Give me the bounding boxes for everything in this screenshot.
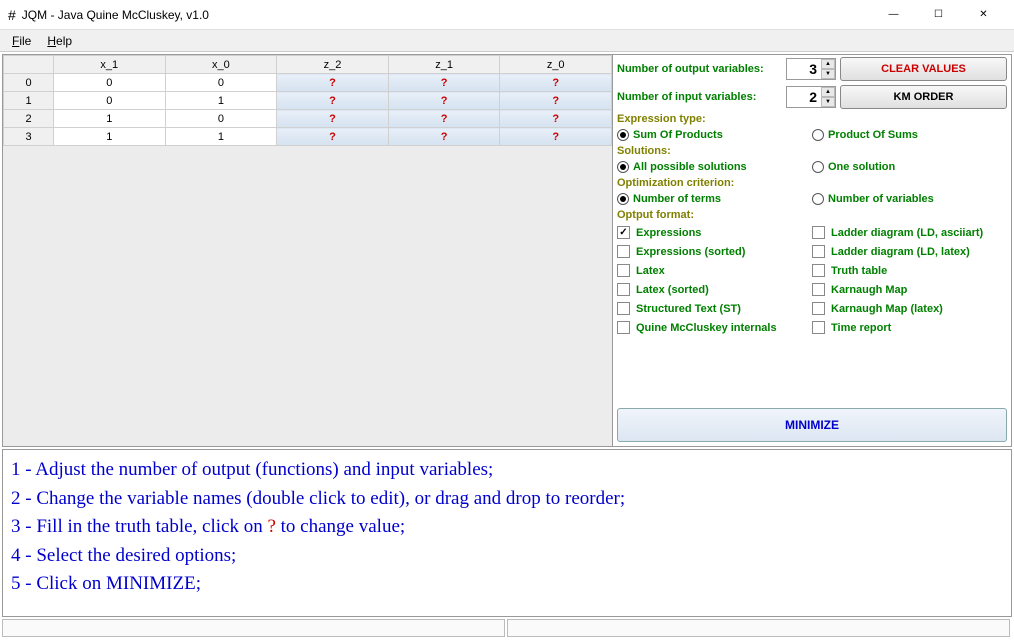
input-cell: 1 <box>165 128 277 146</box>
input-cell: 1 <box>54 110 166 128</box>
check-karnaugh-map[interactable]: Karnaugh Map <box>812 283 1007 296</box>
output-format-label: Optput format: <box>613 207 1011 223</box>
title-bar: # JQM - Java Quine McCluskey, v1.0 — ☐ ✕ <box>0 0 1014 30</box>
output-cell[interactable]: ? <box>277 110 389 128</box>
km-order-button[interactable]: KM ORDER <box>840 85 1007 109</box>
instruction-line-3: 3 - Fill in the truth table, click on ? … <box>11 513 1003 542</box>
output-header[interactable]: z_2 <box>277 56 389 74</box>
row-index: 3 <box>4 128 54 146</box>
check-structured-text[interactable]: Structured Text (ST) <box>617 302 812 315</box>
check-expressions-sorted[interactable]: Expressions (sorted) <box>617 245 812 258</box>
input-header[interactable]: x_0 <box>165 56 277 74</box>
minimize-window-button[interactable]: — <box>871 0 916 29</box>
minimize-button[interactable]: MINIMIZE <box>617 408 1007 442</box>
check-latex[interactable]: Latex <box>617 264 812 277</box>
row-index: 1 <box>4 92 54 110</box>
check-time-report[interactable]: Time report <box>812 321 1007 334</box>
input-cell: 0 <box>54 92 166 110</box>
num-input-down[interactable]: ▼ <box>821 97 835 107</box>
window-title: JQM - Java Quine McCluskey, v1.0 <box>22 8 871 22</box>
truth-table: x_1x_0z_2z_1z_0 000???101???210???311??? <box>3 55 612 146</box>
solutions-label: Solutions: <box>613 143 1011 159</box>
output-cell[interactable]: ? <box>388 128 500 146</box>
output-cell[interactable]: ? <box>500 74 612 92</box>
app-icon: # <box>8 7 16 23</box>
output-cell[interactable]: ? <box>277 74 389 92</box>
instruction-line-1: 1 - Adjust the number of output (functio… <box>11 456 1003 485</box>
check-karnaugh-map-latex[interactable]: Karnaugh Map (latex) <box>812 302 1007 315</box>
input-header[interactable]: x_1 <box>54 56 166 74</box>
num-output-down[interactable]: ▼ <box>821 69 835 79</box>
table-row: 000??? <box>4 74 612 92</box>
input-cell: 0 <box>165 74 277 92</box>
status-bar <box>2 619 1012 637</box>
controls-panel: Number of output variables: ▲ ▼ CLEAR VA… <box>613 55 1011 446</box>
output-header[interactable]: z_1 <box>388 56 500 74</box>
optimization-criterion-label: Optimization criterion: <box>613 175 1011 191</box>
num-output-up[interactable]: ▲ <box>821 59 835 69</box>
input-cell: 0 <box>165 110 277 128</box>
output-cell[interactable]: ? <box>500 128 612 146</box>
row-index: 2 <box>4 110 54 128</box>
output-cell[interactable]: ? <box>277 92 389 110</box>
instruction-line-4: 4 - Select the desired options; <box>11 542 1003 571</box>
num-output-label: Number of output variables: <box>617 63 782 75</box>
output-cell[interactable]: ? <box>277 128 389 146</box>
table-row: 311??? <box>4 128 612 146</box>
num-output-input[interactable] <box>787 61 821 77</box>
check-ladder-ascii[interactable]: Ladder diagram (LD, asciiart) <box>812 226 1007 239</box>
menu-file[interactable]: File <box>4 32 39 50</box>
row-index: 0 <box>4 74 54 92</box>
check-latex-sorted[interactable]: Latex (sorted) <box>617 283 812 296</box>
output-header[interactable]: z_0 <box>500 56 612 74</box>
instruction-line-5: 5 - Click on MINIMIZE; <box>11 570 1003 599</box>
instructions-panel: 1 - Adjust the number of output (functio… <box>2 449 1012 617</box>
num-output-spinner[interactable]: ▲ ▼ <box>786 58 836 80</box>
radio-product-of-sums[interactable]: Product Of Sums <box>812 129 1007 141</box>
output-cell[interactable]: ? <box>500 110 612 128</box>
num-input-label: Number of input variables: <box>617 91 782 103</box>
input-cell: 1 <box>54 128 166 146</box>
check-expressions[interactable]: Expressions <box>617 226 812 239</box>
output-cell[interactable]: ? <box>388 74 500 92</box>
instruction-line-2: 2 - Change the variable names (double cl… <box>11 485 1003 514</box>
radio-number-of-terms[interactable]: Number of terms <box>617 193 812 205</box>
num-input-input[interactable] <box>787 89 821 105</box>
input-cell: 1 <box>165 92 277 110</box>
input-cell: 0 <box>54 74 166 92</box>
status-cell-right <box>507 619 1010 637</box>
check-ladder-latex[interactable]: Ladder diagram (LD, latex) <box>812 245 1007 258</box>
output-cell[interactable]: ? <box>388 110 500 128</box>
radio-sum-of-products[interactable]: Sum Of Products <box>617 129 812 141</box>
status-cell-left <box>2 619 505 637</box>
check-truth-table[interactable]: Truth table <box>812 264 1007 277</box>
clear-values-button[interactable]: CLEAR VALUES <box>840 57 1007 81</box>
menu-bar: File Help <box>0 30 1014 52</box>
num-input-spinner[interactable]: ▲ ▼ <box>786 86 836 108</box>
maximize-window-button[interactable]: ☐ <box>916 0 961 29</box>
truth-table-panel: x_1x_0z_2z_1z_0 000???101???210???311??? <box>3 55 613 446</box>
expression-type-label: Expression type: <box>613 111 1011 127</box>
table-row: 101??? <box>4 92 612 110</box>
table-row: 210??? <box>4 110 612 128</box>
output-cell[interactable]: ? <box>500 92 612 110</box>
check-qm-internals[interactable]: Quine McCluskey internals <box>617 321 812 334</box>
close-window-button[interactable]: ✕ <box>961 0 1006 29</box>
menu-help[interactable]: Help <box>39 32 80 50</box>
radio-one-solution[interactable]: One solution <box>812 161 1007 173</box>
radio-all-solutions[interactable]: All possible solutions <box>617 161 812 173</box>
num-input-up[interactable]: ▲ <box>821 87 835 97</box>
output-cell[interactable]: ? <box>388 92 500 110</box>
radio-number-of-variables[interactable]: Number of variables <box>812 193 1007 205</box>
